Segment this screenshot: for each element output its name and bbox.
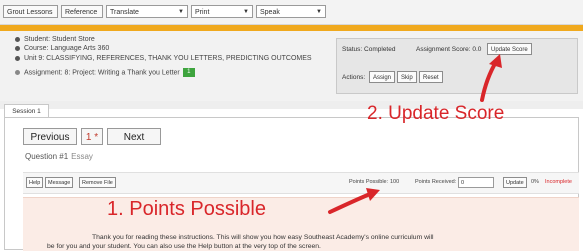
annotation-arrows bbox=[328, 54, 502, 214]
points-possible-arrow bbox=[328, 188, 380, 214]
update-score-arrow bbox=[480, 54, 502, 102]
